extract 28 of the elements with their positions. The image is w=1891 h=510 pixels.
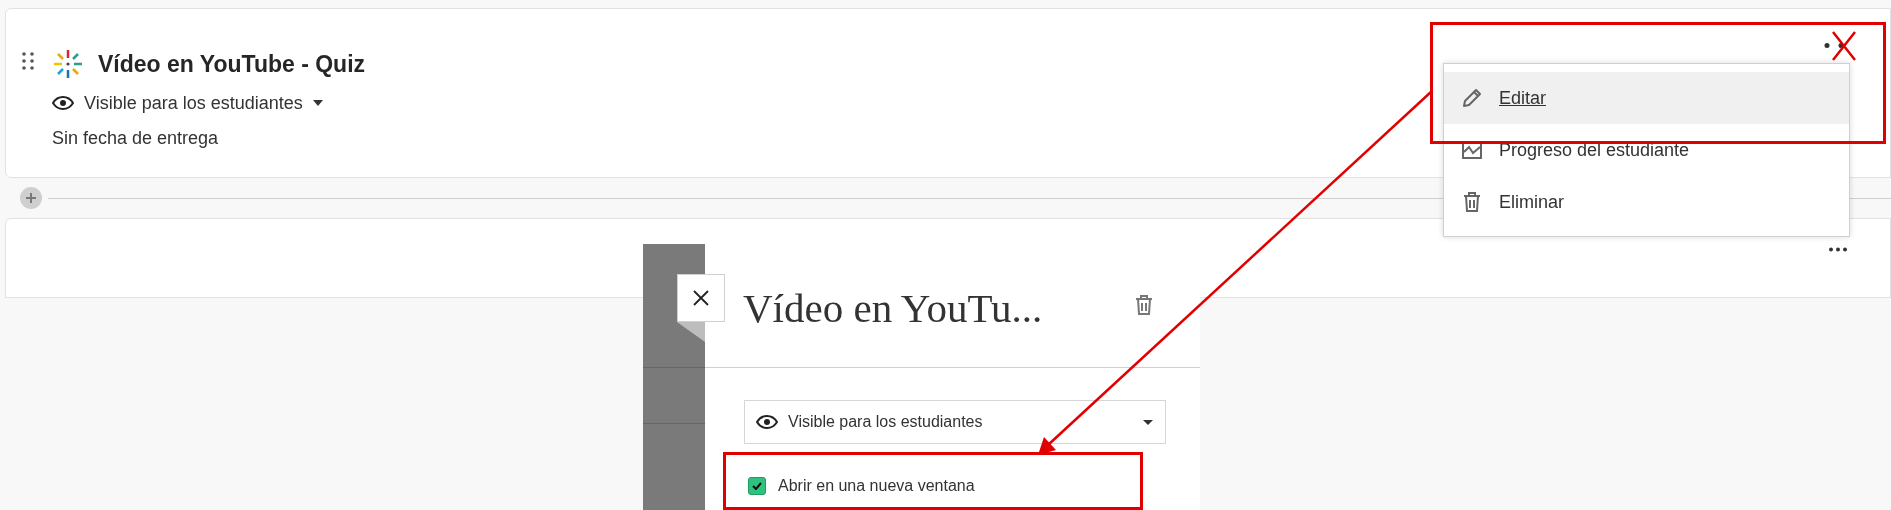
visibility-dropdown[interactable]: Visible para los estudiantes — [52, 89, 366, 117]
visibility-select[interactable]: Visible para los estudiantes — [744, 400, 1166, 444]
trash-icon[interactable] — [1135, 295, 1153, 315]
check-icon — [752, 482, 762, 490]
item-title[interactable]: Vídeo en YouTube - Quiz — [98, 47, 366, 82]
sparkle-icon — [52, 48, 84, 81]
menu-item[interactable]: Editar — [1444, 72, 1849, 124]
add-button[interactable] — [20, 187, 42, 209]
drag-handle-icon[interactable] — [22, 52, 34, 70]
menu-item[interactable]: Eliminar — [1444, 176, 1849, 228]
plus-icon — [26, 193, 36, 203]
eye-icon — [756, 415, 778, 429]
close-button[interactable] — [677, 274, 725, 322]
menu-item[interactable]: Progreso del estudiante — [1444, 124, 1849, 176]
fold-icon — [677, 322, 705, 342]
eye-icon — [52, 96, 74, 110]
cross-mark-icon — [1831, 31, 1857, 61]
checkbox[interactable] — [748, 477, 766, 495]
more-icon[interactable] — [1824, 43, 1844, 48]
caret-icon — [1143, 419, 1153, 425]
panel-title: Vídeo en YouTu... — [743, 288, 1043, 329]
pencil-icon — [1461, 87, 1483, 109]
caret-icon — [312, 100, 323, 106]
more-icon[interactable] — [1828, 247, 1848, 252]
due-date: Sin fecha de entrega — [52, 126, 220, 150]
close-icon — [693, 290, 709, 306]
trash-icon — [1461, 191, 1483, 213]
checkbox-label: Abrir en una nueva ventana — [778, 476, 975, 496]
